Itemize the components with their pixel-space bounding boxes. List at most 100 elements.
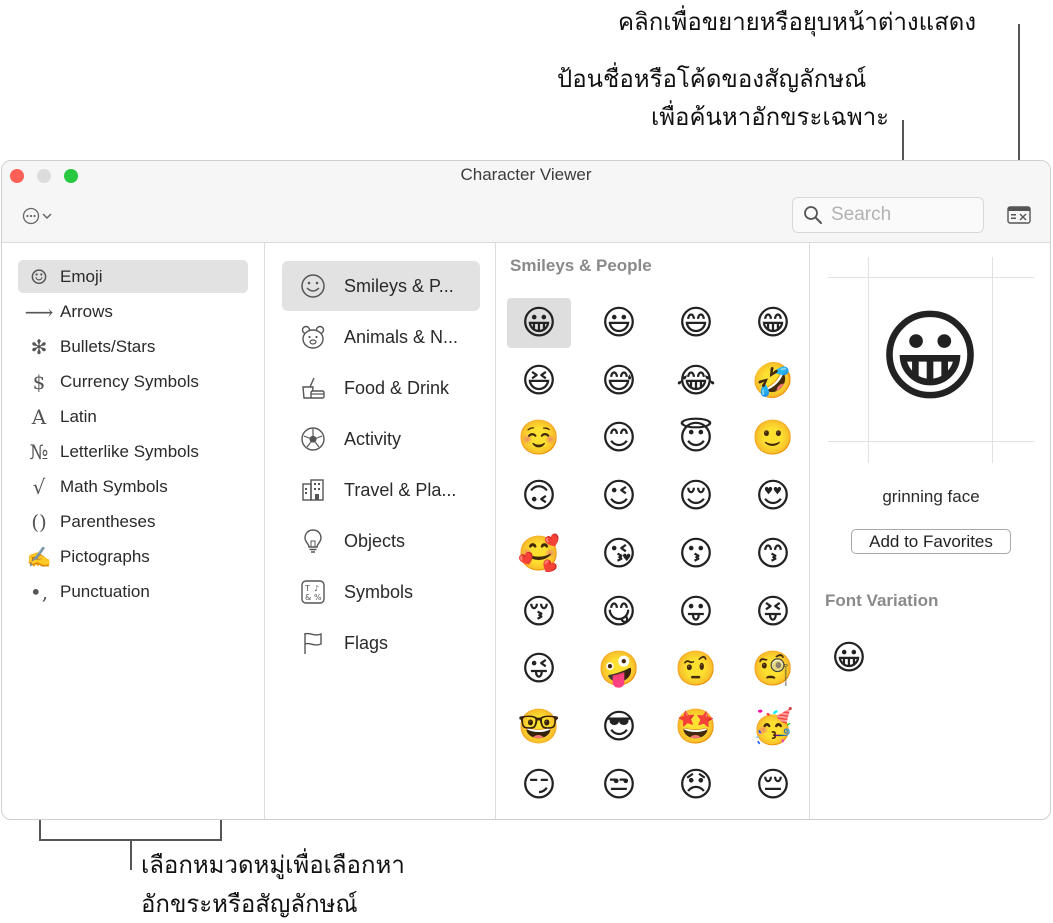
- emoji-cell[interactable]: 🤩: [664, 702, 728, 752]
- search-field[interactable]: [792, 197, 984, 233]
- emoji-cell[interactable]: 🤪: [587, 644, 651, 694]
- category-label: Parentheses: [60, 511, 156, 531]
- emoji-cell[interactable]: 😆: [507, 356, 571, 406]
- callout-category-text-1: เลือกหมวดหมู่เพื่อเลือกหา: [141, 851, 405, 879]
- emoji-cell[interactable]: 🧐: [741, 644, 805, 694]
- bear-icon: [301, 325, 325, 349]
- emoji-cell[interactable]: 🤨: [664, 644, 728, 694]
- category-item-parentheses[interactable]: () Parentheses: [18, 505, 248, 538]
- emoji-cell[interactable]: 😉: [587, 471, 651, 521]
- subcategory-label: Flags: [344, 632, 389, 653]
- window-title: Character Viewer: [460, 165, 592, 184]
- smiley-icon: ☺: [30, 264, 48, 289]
- dollar-icon: $: [32, 369, 46, 394]
- square-root-icon: √: [32, 474, 46, 499]
- category-item-pictographs[interactable]: ✍ Pictographs: [18, 540, 248, 573]
- subcategory-item-symbols[interactable]: T ♪ &% Symbols: [282, 567, 480, 617]
- character-name: grinning face: [882, 487, 980, 506]
- subcategory-item-food-drink[interactable]: Food & Drink: [282, 363, 480, 413]
- category-item-letterlike-symbols[interactable]: № Letterlike Symbols: [18, 435, 248, 468]
- category-label: Latin: [60, 406, 97, 426]
- food-drink-icon: [302, 377, 325, 399]
- emoji-cell[interactable]: 🥳: [741, 702, 805, 752]
- callout-category-bracket-right: [220, 820, 222, 840]
- category-item-emoji[interactable]: ☺ Emoji: [18, 260, 248, 293]
- emoji-cell[interactable]: 😚: [507, 587, 571, 637]
- callout-search-text-1: ป้อนชื่อหรือโค้ดของสัญลักษณ์: [557, 65, 867, 93]
- subcategory-item-smileys[interactable]: Smileys & P...: [282, 261, 480, 311]
- emoji-cell[interactable]: 😋: [587, 587, 651, 637]
- emoji-cell[interactable]: 🥰: [507, 529, 571, 579]
- category-label: Math Symbols: [60, 476, 168, 496]
- ellipsis-circle-icon: [22, 207, 40, 225]
- soccer-ball-icon: [301, 427, 325, 451]
- category-item-punctuation[interactable]: •, Punctuation: [18, 575, 248, 608]
- emoji-cell[interactable]: 😗: [664, 529, 728, 579]
- category-label: Letterlike Symbols: [60, 441, 199, 461]
- emoji-grid-panel: Smileys & People 😀 😃 😄 😁 😆 😅 😂 🤣 ☺️ 😊 😇 🙂 🙃 😉 😌 😍 🥰 😘 😗 😙 😚 😋…: [496, 243, 810, 819]
- emoji-cell[interactable]: 😞: [664, 760, 728, 810]
- category-label: Punctuation: [60, 581, 150, 601]
- category-label: Pictographs: [60, 546, 150, 566]
- subcategory-item-travel-places[interactable]: Travel & Pla...: [282, 465, 480, 515]
- emoji-cell[interactable]: 😃: [587, 298, 651, 348]
- action-menu-button[interactable]: [22, 205, 58, 227]
- title-bar: Character Viewer: [2, 161, 1050, 243]
- symbols-icon: T ♪&%: [301, 580, 325, 604]
- emoji-cell[interactable]: 😇: [664, 413, 728, 463]
- emoji-cell[interactable]: 😂: [664, 356, 728, 406]
- emoji-cell[interactable]: 😒: [587, 760, 651, 810]
- comma-icon: •,: [29, 579, 49, 604]
- callout-category-bracket-left: [39, 820, 41, 840]
- emoji-cell[interactable]: 😌: [664, 471, 728, 521]
- subcategory-item-animals[interactable]: Animals & N...: [282, 312, 480, 362]
- subcategory-label: Travel & Pla...: [344, 479, 457, 500]
- emoji-cell[interactable]: 😁: [741, 298, 805, 348]
- svg-text:T: T: [304, 584, 310, 593]
- category-item-arrows[interactable]: ⟶ Arrows: [18, 295, 248, 328]
- subcategory-list: Smileys & P... Animals & N... Food & Dri…: [265, 243, 496, 819]
- category-item-currency-symbols[interactable]: $ Currency Symbols: [18, 365, 248, 398]
- character-viewer-window: Character Viewer ☺: [1, 160, 1051, 820]
- subcategory-label: Activity: [344, 428, 402, 449]
- emoji-cell[interactable]: 😜: [507, 644, 571, 694]
- subcategory-item-activity[interactable]: Activity: [282, 414, 480, 464]
- add-to-favorites-button[interactable]: Add to Favorites: [851, 529, 1011, 554]
- emoji-cell[interactable]: 🤣: [741, 356, 805, 406]
- subcategory-label: Symbols: [344, 581, 414, 602]
- subcategory-item-flags[interactable]: Flags: [282, 618, 480, 668]
- category-label: Currency Symbols: [60, 371, 199, 391]
- asterisk-icon: ✻: [30, 334, 48, 359]
- toggle-viewer-size-icon[interactable]: [1007, 205, 1031, 225]
- emoji-cell[interactable]: 😅: [587, 356, 651, 406]
- emoji-cell[interactable]: 😍: [741, 471, 805, 521]
- subcategory-label: Animals & N...: [344, 326, 459, 347]
- subcategory-label: Smileys & P...: [344, 275, 454, 296]
- callout-category-text-2: อักขระหรือสัญลักษณ์: [141, 890, 358, 918]
- emoji-cell[interactable]: 😄: [664, 298, 728, 348]
- emoji-cell[interactable]: 😊: [587, 413, 651, 463]
- font-variation-item[interactable]: 😀: [826, 635, 872, 681]
- character-detail-panel: 😀 grinning face Add to Favorites Font Va…: [810, 243, 1050, 819]
- emoji-cell[interactable]: 🤓: [507, 702, 571, 752]
- emoji-cell[interactable]: 🙂: [741, 413, 805, 463]
- emoji-cell[interactable]: 😙: [741, 529, 805, 579]
- numero-icon: №: [29, 439, 49, 464]
- lightbulb-icon: [304, 529, 322, 553]
- emoji-cell[interactable]: ☺️: [507, 413, 571, 463]
- subcategory-item-objects[interactable]: Objects: [282, 516, 480, 566]
- emoji-cell[interactable]: 😛: [664, 587, 728, 637]
- emoji-cell[interactable]: 😘: [587, 529, 651, 579]
- category-item-math-symbols[interactable]: √ Math Symbols: [18, 470, 248, 503]
- search-input[interactable]: [831, 204, 971, 226]
- emoji-cell[interactable]: 😀: [507, 298, 571, 348]
- character-preview: 😀: [828, 257, 1034, 463]
- emoji-cell[interactable]: 🙃: [507, 471, 571, 521]
- emoji-cell[interactable]: 😔: [741, 760, 805, 810]
- category-item-bullets-stars[interactable]: ✻ Bullets/Stars: [18, 330, 248, 363]
- emoji-cell[interactable]: 😏: [507, 760, 571, 810]
- emoji-cell[interactable]: 😎: [587, 702, 651, 752]
- emoji-cell[interactable]: 😝: [741, 587, 805, 637]
- category-item-latin[interactable]: A Latin: [18, 400, 248, 433]
- grid-section-title: Smileys & People: [510, 256, 652, 275]
